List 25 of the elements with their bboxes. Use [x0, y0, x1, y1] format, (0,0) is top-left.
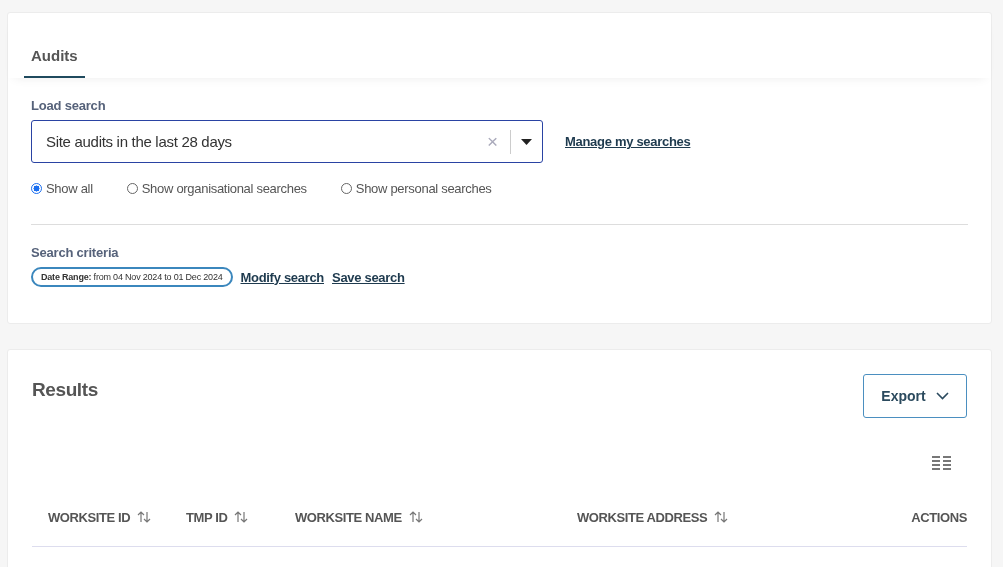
criteria-link[interactable]: Save search: [332, 269, 405, 285]
sort-icon[interactable]: [408, 511, 423, 523]
export-button[interactable]: Export: [863, 374, 967, 418]
radio-label: Show all: [46, 181, 93, 196]
radio-option[interactable]: Show all: [31, 181, 93, 196]
sort-icon[interactable]: [137, 511, 152, 523]
criteria-link[interactable]: Modify search: [240, 269, 324, 285]
field-label: Load search: [31, 98, 107, 113]
tab[interactable]: Audits: [24, 47, 85, 78]
column-header[interactable]: TMP ID: [186, 509, 228, 525]
section-label: Search criteria: [31, 245, 120, 260]
chevron-down-icon: [935, 392, 949, 400]
columns-icon[interactable]: [932, 456, 951, 471]
radio-button[interactable]: [31, 183, 42, 194]
column-header[interactable]: ACTIONS: [911, 509, 967, 525]
sort-icon[interactable]: [234, 511, 249, 523]
column-header[interactable]: WORKSITE NAME: [295, 509, 402, 525]
caret-icon[interactable]: [521, 138, 532, 145]
section-title: Results: [32, 379, 98, 401]
column-header[interactable]: WORKSITE ID: [48, 509, 131, 525]
manage-link[interactable]: Manage my searches: [565, 134, 691, 149]
search-select[interactable]: Site audits in the last 28 days ×: [31, 120, 543, 163]
criteria-chip: Date Range: from 04 Nov 2024 to 01 Dec 2024: [31, 267, 233, 287]
column-header[interactable]: WORKSITE ADDRESS: [577, 509, 708, 525]
sort-icon[interactable]: [714, 511, 729, 523]
